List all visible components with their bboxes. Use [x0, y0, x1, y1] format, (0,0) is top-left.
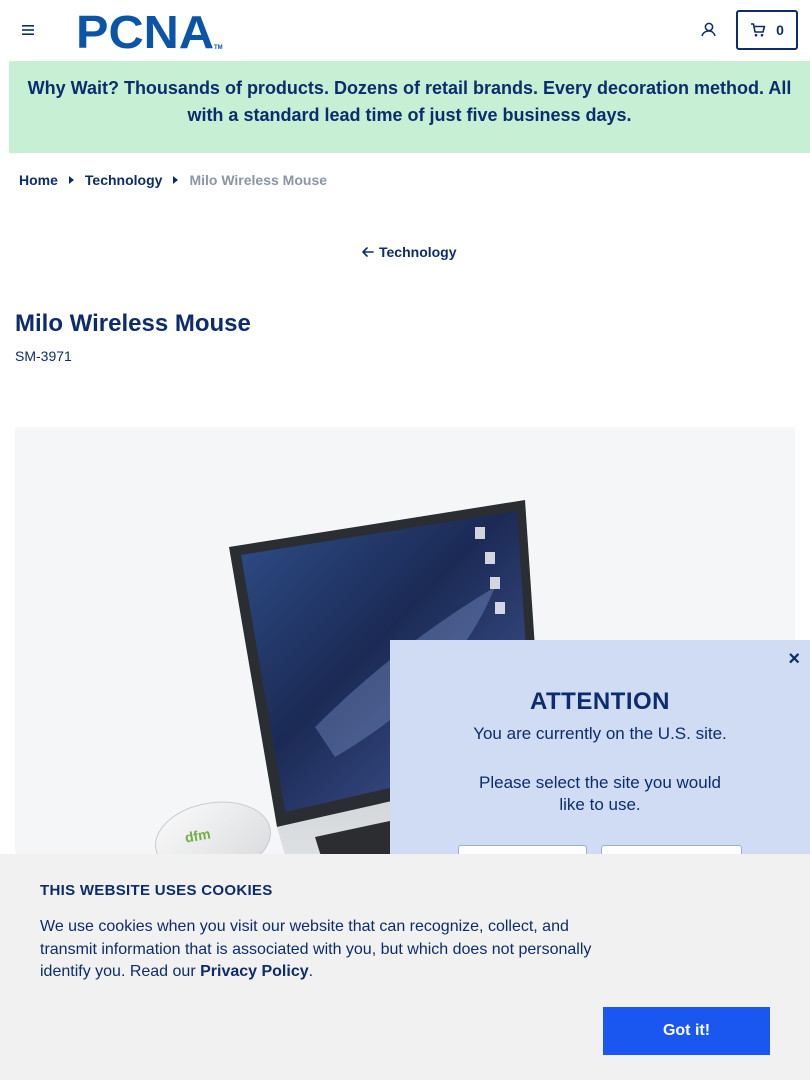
cart-count: 0 [776, 22, 784, 38]
back-to-category-link[interactable]: Technology [361, 243, 457, 261]
caret-right-icon [68, 176, 74, 184]
privacy-policy-link[interactable]: Privacy Policy [200, 963, 309, 980]
caret-right-icon [173, 176, 179, 184]
promo-text: Why Wait? Thousands of products. Dozens … [27, 78, 792, 125]
logo-text: PCNA [76, 10, 214, 52]
modal-prompt: Please select the site you would like to… [479, 773, 721, 814]
logo-trademark: TM [214, 45, 223, 51]
account-button[interactable] [698, 20, 718, 40]
cookie-body: We use cookies when you visit our websit… [40, 918, 592, 980]
breadcrumb: Home Technology Milo Wireless Mouse [19, 171, 327, 189]
cart-icon [751, 23, 766, 37]
product-title: Milo Wireless Mouse [15, 310, 251, 337]
site-selector-modal: × ATTENTION You are currently on the U.S… [390, 640, 810, 854]
product-sku: SM-3971 [15, 348, 72, 364]
modal-current-site-text: You are currently on the U.S. site. [473, 724, 727, 743]
site-option-button-2[interactable] [601, 845, 742, 854]
breadcrumb-home[interactable]: Home [19, 172, 58, 188]
close-icon[interactable]: × [788, 648, 800, 671]
promo-banner: Why Wait? Thousands of products. Dozens … [9, 61, 810, 153]
arrow-left-icon [362, 247, 374, 257]
accept-cookies-button[interactable]: Got it! [603, 1007, 770, 1055]
modal-title: ATTENTION [529, 688, 671, 715]
cookie-title: THIS WEBSITE USES COOKIES [40, 882, 273, 899]
cookie-period: . [308, 963, 314, 980]
cart-button[interactable]: 0 [736, 10, 798, 50]
breadcrumb-current: Milo Wireless Mouse [189, 172, 328, 188]
pcna-logo[interactable]: PCNA TM [76, 6, 224, 58]
cookie-text: We use cookies when you visit our websit… [40, 916, 610, 984]
menu-button[interactable] [18, 20, 38, 40]
cookie-banner: THIS WEBSITE USES COOKIES We use cookies… [0, 854, 810, 1080]
site-option-button-1[interactable] [458, 845, 587, 854]
user-icon [701, 22, 716, 37]
site-header: PCNA TM 0 [0, 0, 810, 60]
breadcrumb-technology[interactable]: Technology [85, 172, 163, 188]
menu-icon [22, 25, 34, 35]
back-link-label: Technology [379, 244, 457, 260]
